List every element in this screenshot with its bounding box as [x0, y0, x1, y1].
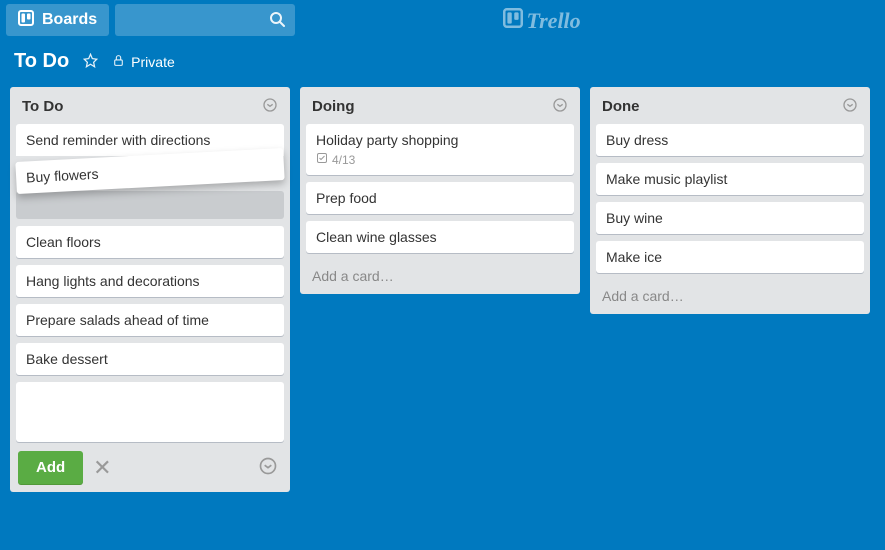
list-done: Done Buy dress Make music playlist Buy w…: [590, 87, 870, 314]
drop-placeholder: [16, 191, 284, 219]
card[interactable]: Holiday party shopping 4/13: [306, 124, 574, 175]
card[interactable]: Buy dress: [596, 124, 864, 156]
list-menu-button[interactable]: [842, 97, 858, 116]
checklist-icon: [316, 152, 328, 167]
checklist-badge: 4/13: [316, 152, 564, 167]
card-composer[interactable]: [16, 382, 284, 442]
card[interactable]: Clean wine glasses: [306, 221, 574, 253]
card-text: Prepare salads ahead of time: [26, 312, 209, 328]
card-text: Buy flowers: [26, 166, 99, 186]
composer-menu-button[interactable]: [258, 456, 278, 479]
list-header: To Do: [16, 93, 284, 124]
boards-icon: [18, 10, 34, 31]
card-text: Buy dress: [606, 132, 668, 148]
card[interactable]: Bake dessert: [16, 343, 284, 375]
card-text: Clean floors: [26, 234, 101, 250]
visibility-toggle[interactable]: Private: [112, 54, 175, 70]
close-icon[interactable]: ✕: [93, 457, 111, 479]
lists-container: To Do Send reminder with directions Buy …: [0, 87, 885, 492]
visibility-label: Private: [131, 54, 175, 70]
star-icon[interactable]: [83, 53, 98, 71]
list-title[interactable]: To Do: [22, 98, 63, 115]
composer-controls: Add ✕: [16, 449, 284, 486]
list-header: Done: [596, 93, 864, 124]
board-bar: To Do Private: [0, 40, 885, 87]
add-button[interactable]: Add: [18, 451, 83, 484]
boards-button[interactable]: Boards: [6, 4, 109, 36]
search-icon: [269, 11, 285, 30]
card-text: Make music playlist: [606, 171, 727, 187]
card-text: Holiday party shopping: [316, 132, 458, 148]
search-input[interactable]: [115, 4, 295, 36]
boards-label: Boards: [42, 11, 97, 29]
card[interactable]: Prep food: [306, 182, 574, 214]
card[interactable]: Prepare salads ahead of time: [16, 304, 284, 336]
list-title[interactable]: Doing: [312, 98, 355, 115]
card-text: Send reminder with directions: [26, 132, 210, 148]
trello-logo-icon: [503, 8, 523, 34]
checklist-count: 4/13: [332, 153, 355, 167]
card-text: Clean wine glasses: [316, 229, 437, 245]
card-text: Bake dessert: [26, 351, 108, 367]
card[interactable]: Clean floors: [16, 226, 284, 258]
list-header: Doing: [306, 93, 574, 124]
trello-logo[interactable]: Trello: [503, 8, 581, 34]
card-text: Buy wine: [606, 210, 663, 226]
card[interactable]: Make ice: [596, 241, 864, 273]
top-nav: Boards Trello: [0, 0, 885, 40]
list-menu-button[interactable]: [262, 97, 278, 116]
card-text: Prep food: [316, 190, 377, 206]
list-doing: Doing Holiday party shopping 4/13 Prep f…: [300, 87, 580, 294]
list-title[interactable]: Done: [602, 98, 640, 115]
board-title[interactable]: To Do: [14, 50, 69, 73]
card[interactable]: Buy wine: [596, 202, 864, 234]
card[interactable]: Hang lights and decorations: [16, 265, 284, 297]
lock-icon: [112, 54, 125, 70]
add-card-link[interactable]: Add a card…: [306, 260, 574, 288]
card-text: Make ice: [606, 249, 662, 265]
card-text: Hang lights and decorations: [26, 273, 200, 289]
list-todo: To Do Send reminder with directions Buy …: [10, 87, 290, 492]
list-menu-button[interactable]: [552, 97, 568, 116]
card[interactable]: Make music playlist: [596, 163, 864, 195]
trello-logo-text: Trello: [527, 8, 581, 34]
add-card-link[interactable]: Add a card…: [596, 280, 864, 308]
